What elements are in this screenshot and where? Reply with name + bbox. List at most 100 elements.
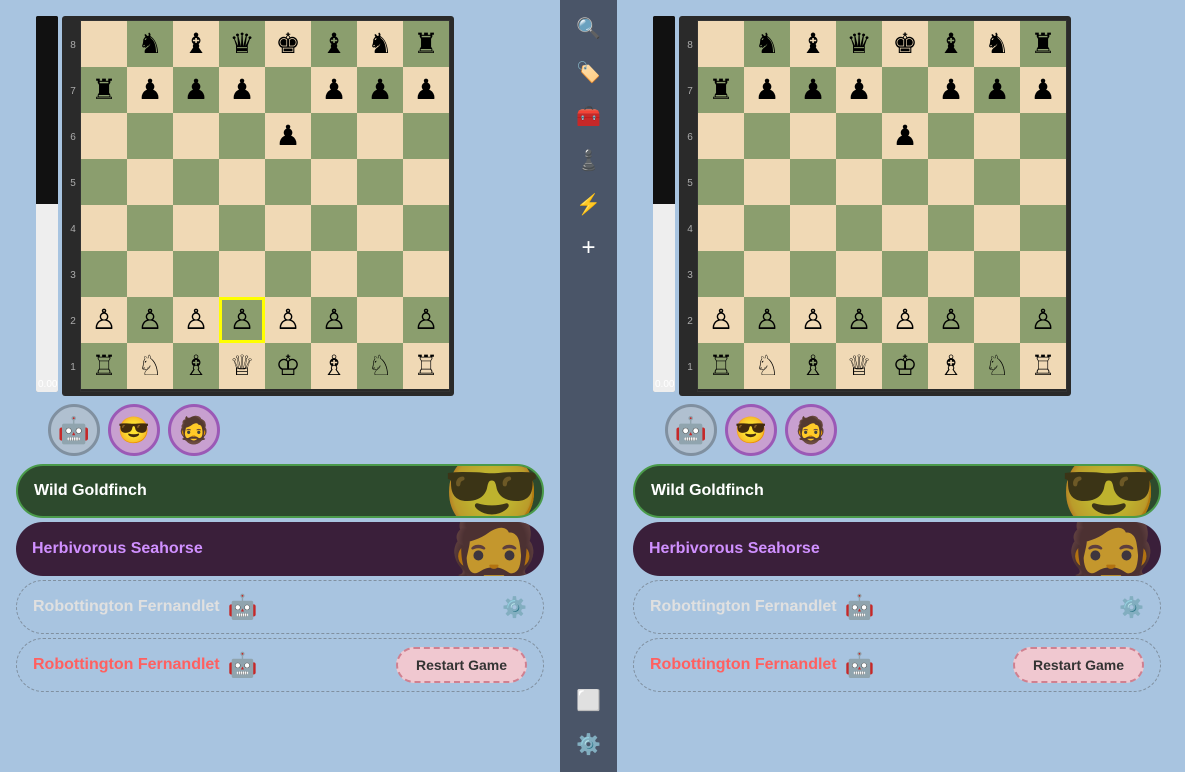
chess-square[interactable]: ♟ <box>173 67 219 113</box>
chess-square[interactable] <box>928 251 974 297</box>
chess-square[interactable] <box>1020 113 1066 159</box>
chess-square[interactable]: ♜ <box>403 21 449 67</box>
chess-square[interactable] <box>974 205 1020 251</box>
chess-square[interactable] <box>219 251 265 297</box>
chess-square[interactable] <box>744 113 790 159</box>
chess-square[interactable]: ♙ <box>882 297 928 343</box>
chess-square[interactable] <box>882 251 928 297</box>
chess-square[interactable]: ♟ <box>219 67 265 113</box>
chess-square[interactable] <box>836 159 882 205</box>
chess-square[interactable] <box>1020 159 1066 205</box>
chess-square[interactable] <box>698 21 744 67</box>
chess-square[interactable] <box>311 251 357 297</box>
chess-square[interactable]: ♝ <box>928 21 974 67</box>
chess-square[interactable] <box>127 205 173 251</box>
chess-square[interactable] <box>81 159 127 205</box>
chess-square[interactable] <box>403 159 449 205</box>
chess-square[interactable]: ♟ <box>357 67 403 113</box>
chess-square[interactable] <box>836 251 882 297</box>
chess-square[interactable]: ♞ <box>744 21 790 67</box>
chess-square[interactable] <box>1020 251 1066 297</box>
chess-square[interactable] <box>81 205 127 251</box>
chess-square[interactable]: ♔ <box>882 343 928 389</box>
chess-square[interactable] <box>403 251 449 297</box>
chess-square[interactable] <box>882 205 928 251</box>
chess-square[interactable]: ♖ <box>1020 343 1066 389</box>
chess-square[interactable] <box>311 159 357 205</box>
chess-square[interactable]: ♗ <box>928 343 974 389</box>
chess-square[interactable] <box>173 159 219 205</box>
chess-square[interactable] <box>974 297 1020 343</box>
chess-square[interactable]: ♝ <box>311 21 357 67</box>
chess-square[interactable] <box>974 251 1020 297</box>
chess-square[interactable] <box>357 297 403 343</box>
chess-square[interactable]: ♙ <box>265 297 311 343</box>
chess-square[interactable] <box>974 159 1020 205</box>
chess-square[interactable]: ♟ <box>928 67 974 113</box>
search-icon[interactable]: 🔍 <box>571 10 607 46</box>
toolbox-icon[interactable]: 🧰 <box>571 98 607 134</box>
chess-square[interactable] <box>698 113 744 159</box>
chess-square[interactable] <box>790 159 836 205</box>
chess-square[interactable] <box>744 205 790 251</box>
chess-square[interactable] <box>836 113 882 159</box>
chess-square[interactable] <box>81 113 127 159</box>
chess-square[interactable] <box>928 205 974 251</box>
chess-square[interactable]: ♟ <box>403 67 449 113</box>
chess-square[interactable]: ♙ <box>127 297 173 343</box>
chess-square[interactable] <box>81 251 127 297</box>
chess-square[interactable]: ♖ <box>698 343 744 389</box>
chess-square[interactable] <box>698 159 744 205</box>
chess-square[interactable] <box>173 113 219 159</box>
chess-square[interactable] <box>882 159 928 205</box>
right-gear-icon[interactable]: ⚙️ <box>1119 595 1144 620</box>
chess-square[interactable]: ♙ <box>311 297 357 343</box>
chess-square[interactable]: ♟ <box>744 67 790 113</box>
chess-square[interactable] <box>744 159 790 205</box>
tag-icon[interactable]: 🏷️ <box>571 54 607 90</box>
chess-square[interactable]: ♜ <box>1020 21 1066 67</box>
chess-square[interactable]: ♟ <box>974 67 1020 113</box>
chess-square[interactable] <box>698 205 744 251</box>
chess-square[interactable]: ♝ <box>173 21 219 67</box>
chess-square[interactable] <box>265 205 311 251</box>
chess-square[interactable]: ♙ <box>790 297 836 343</box>
chess-square[interactable]: ♜ <box>81 67 127 113</box>
chess-square[interactable] <box>744 251 790 297</box>
chess-square[interactable] <box>403 113 449 159</box>
chess-square[interactable]: ♜ <box>698 67 744 113</box>
chess-square[interactable]: ♖ <box>403 343 449 389</box>
chess-square[interactable] <box>127 113 173 159</box>
chess-square[interactable]: ♝ <box>790 21 836 67</box>
chess-square[interactable] <box>882 67 928 113</box>
chess-square[interactable]: ♛ <box>836 21 882 67</box>
left-gear-icon[interactable]: ⚙️ <box>502 595 527 620</box>
chess-square[interactable]: ♞ <box>127 21 173 67</box>
square-icon[interactable]: ⬜ <box>571 682 607 718</box>
chess-square[interactable]: ♙ <box>173 297 219 343</box>
chess-square[interactable]: ♟ <box>311 67 357 113</box>
chess-square[interactable]: ♟ <box>1020 67 1066 113</box>
right-restart-button[interactable]: Restart Game <box>1013 647 1144 683</box>
chess-square[interactable]: ♕ <box>836 343 882 389</box>
chess-square[interactable]: ♗ <box>790 343 836 389</box>
chess-square[interactable]: ♟ <box>790 67 836 113</box>
chess-square[interactable]: ♞ <box>974 21 1020 67</box>
chess-square[interactable] <box>265 251 311 297</box>
chess-square[interactable] <box>311 113 357 159</box>
chess-square[interactable] <box>357 205 403 251</box>
chess-square[interactable] <box>357 159 403 205</box>
chess-square[interactable]: ♙ <box>1020 297 1066 343</box>
chess-square[interactable]: ♕ <box>219 343 265 389</box>
chess-square[interactable] <box>127 251 173 297</box>
chess-square[interactable] <box>219 113 265 159</box>
chess-square[interactable]: ♟ <box>265 113 311 159</box>
chess-square[interactable]: ♙ <box>928 297 974 343</box>
chess-square[interactable]: ♘ <box>127 343 173 389</box>
chess-square[interactable] <box>790 113 836 159</box>
settings-icon[interactable]: ⚙️ <box>571 726 607 762</box>
left-chess-board[interactable]: ♞♝♛♚♝♞♜♜♟♟♟♟♟♟♟♙♙♙♙♙♙♙♖♘♗♕♔♗♘♖ <box>80 20 450 392</box>
chess-square[interactable] <box>698 251 744 297</box>
chess-square[interactable]: ♙ <box>403 297 449 343</box>
chess-square[interactable] <box>403 205 449 251</box>
